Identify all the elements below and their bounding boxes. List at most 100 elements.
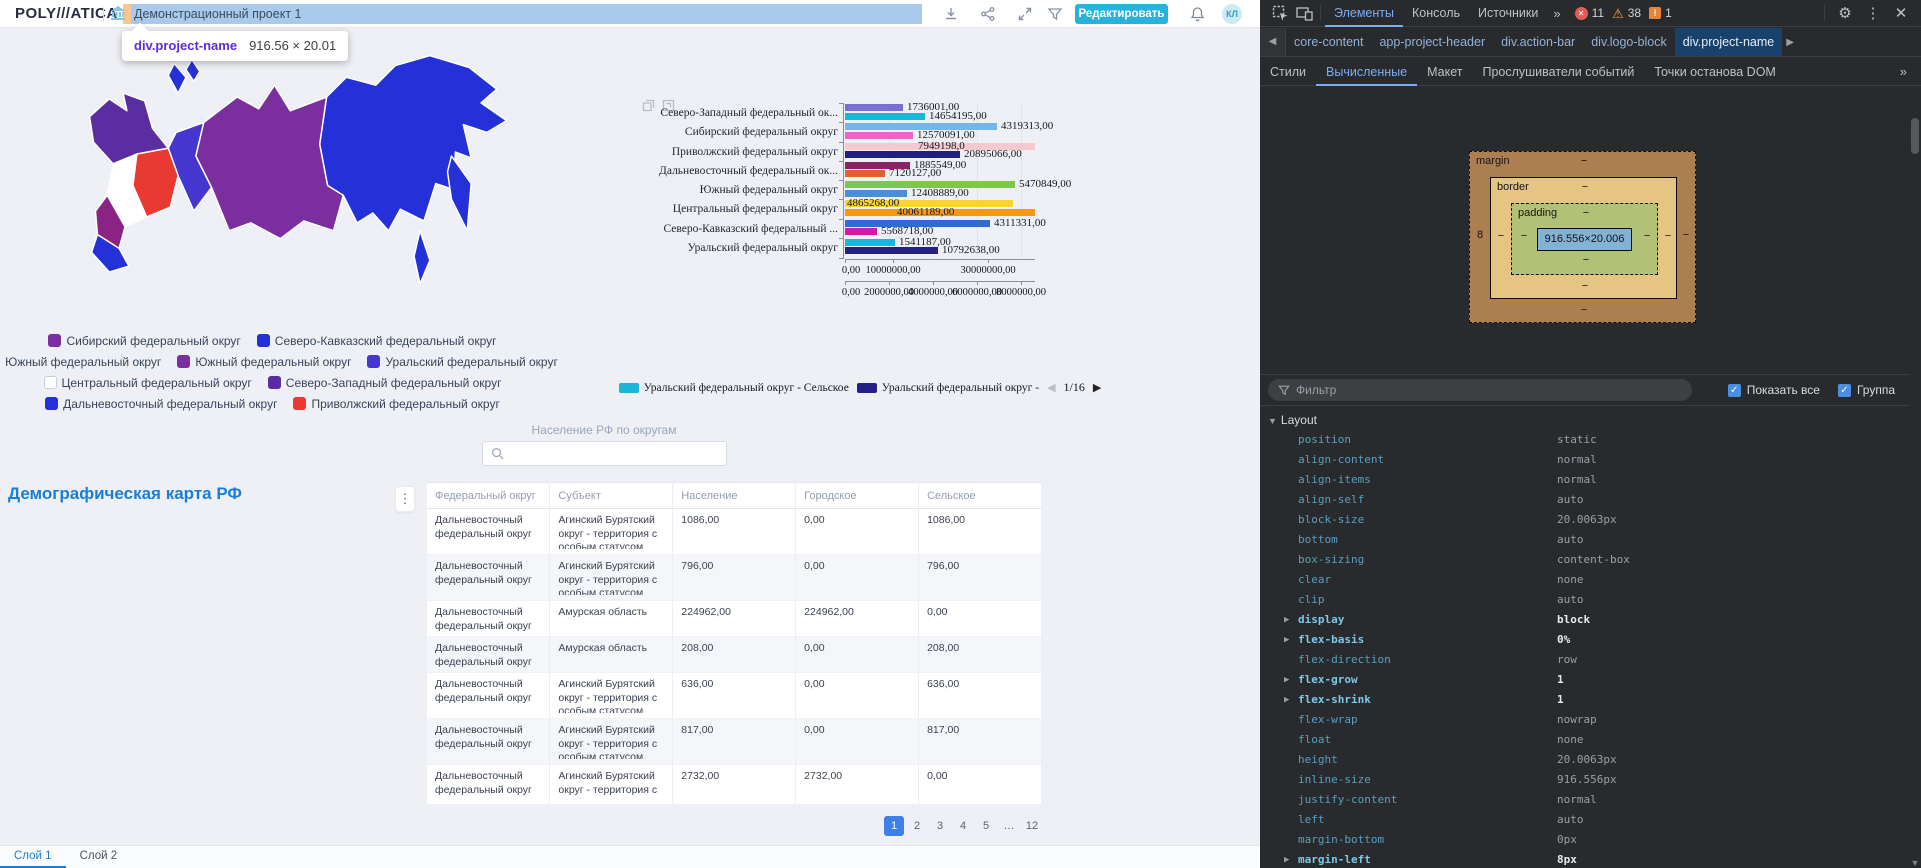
legend-item[interactable]: Южный федеральный округ <box>0 355 161 369</box>
scrollbar-down-arrow[interactable]: ▼ <box>1909 858 1921 868</box>
css-property-row[interactable]: ▶flex-grow1 <box>1260 670 1909 690</box>
padding-top-value[interactable]: − <box>1583 207 1589 219</box>
legend-item[interactable]: Сибирский федеральный округ <box>48 334 240 348</box>
css-property-row[interactable]: ▶displayblock <box>1260 610 1909 630</box>
css-property-row[interactable]: ▶flex-basis0% <box>1260 630 1909 650</box>
more-panel-tabs-icon[interactable]: » <box>1900 64 1921 79</box>
border-right-value[interactable]: − <box>1665 230 1671 242</box>
panel-tab-Точки останова DOM[interactable]: Точки останова DOM <box>1644 58 1785 86</box>
map-region-kamchatka[interactable] <box>448 156 472 231</box>
box-model-content[interactable]: 916.556×20.006 <box>1537 228 1632 251</box>
expand-arrow-icon[interactable]: ▶ <box>1284 630 1289 650</box>
devtools-tab-Источники[interactable]: Источники <box>1469 0 1547 27</box>
breadcrumb-item[interactable]: div.logo-block <box>1583 28 1675 57</box>
margin-top-value[interactable]: − <box>1581 155 1587 167</box>
expand-arrow-icon[interactable]: ▶ <box>1284 610 1289 630</box>
checkbox-Группа[interactable]: ✓Группа <box>1838 383 1895 397</box>
user-avatar[interactable]: КЛ <box>1222 4 1242 24</box>
layer-tab[interactable]: Слой 2 <box>66 846 132 868</box>
chart-bar[interactable] <box>845 151 960 158</box>
issues-badge[interactable]: ! 1 <box>1649 6 1672 20</box>
fullscreen-icon[interactable] <box>1017 6 1033 22</box>
pagination-page[interactable]: 2 <box>907 816 927 836</box>
legend-item[interactable]: Северо-Западный федеральный округ <box>268 376 502 390</box>
map-region-islands[interactable] <box>186 60 200 82</box>
breadcrumb-next-icon[interactable]: ▶ <box>1786 37 1794 48</box>
chart-bar[interactable] <box>845 104 903 111</box>
breadcrumb-item[interactable]: div.project-name <box>1675 28 1782 57</box>
chart-legend-item[interactable]: Уральский федеральный округ - <box>857 382 1039 394</box>
computed-filter-input[interactable] <box>1296 383 1682 397</box>
css-property-row[interactable]: ▶flex-shrink1 <box>1260 690 1909 710</box>
pagination-page[interactable]: 1 <box>884 816 904 836</box>
inspect-element-icon[interactable] <box>1268 1 1292 25</box>
devtools-tab-Консоль[interactable]: Консоль <box>1403 0 1469 27</box>
border-bottom-value[interactable]: − <box>1582 280 1588 292</box>
table-header-cell[interactable]: Субъект <box>550 483 673 509</box>
breadcrumb-item[interactable]: core-content <box>1286 28 1371 57</box>
chart-bar[interactable] <box>845 170 885 177</box>
chart-bar[interactable] <box>845 228 877 235</box>
table-header-cell[interactable]: Сельское <box>919 483 1042 509</box>
search-input[interactable] <box>510 447 718 461</box>
padding-left-value[interactable]: − <box>1521 230 1527 242</box>
border-left-value[interactable]: − <box>1498 230 1504 242</box>
legend-item[interactable]: Уральский федеральный округ <box>367 355 557 369</box>
pagination-page[interactable]: 5 <box>976 816 996 836</box>
map-region-islands[interactable] <box>168 64 186 94</box>
share-icon[interactable] <box>980 6 996 22</box>
css-property-row[interactable]: ▶margin-left8px <box>1260 850 1909 868</box>
console-errors-badge[interactable]: ✕ 11 <box>1575 6 1604 20</box>
breadcrumb-item[interactable]: app-project-header <box>1371 28 1493 57</box>
map-region-sakhalin[interactable] <box>414 231 430 284</box>
breadcrumb-prev-icon[interactable]: ◀ <box>1260 28 1286 56</box>
notifications-bell-icon[interactable] <box>1190 6 1206 22</box>
expand-arrow-icon[interactable]: ▶ <box>1284 670 1289 690</box>
devtools-menu-icon[interactable]: ⋮ <box>1861 4 1885 22</box>
legend-item[interactable]: Северо-Кавказский федеральный округ <box>257 334 497 348</box>
table-header-cell[interactable]: Городское <box>796 483 919 509</box>
map-region-fareast[interactable] <box>320 56 507 231</box>
legend-next-icon[interactable]: ▶ <box>1093 381 1101 394</box>
layer-tab[interactable]: Слой 1 <box>0 846 66 868</box>
pagination-page[interactable]: 3 <box>930 816 950 836</box>
margin-right-value[interactable]: − <box>1683 229 1689 241</box>
chart-legend-item[interactable]: Уральский федеральный округ - Сельское <box>619 382 849 394</box>
breadcrumb-item[interactable]: div.action-bar <box>1493 28 1583 57</box>
legend-item[interactable]: Приволжский федеральный округ <box>293 397 499 411</box>
computed-section-layout[interactable]: ▼Layout <box>1260 410 1909 430</box>
close-icon[interactable]: ✕ <box>1889 4 1913 22</box>
edit-button[interactable]: Редактировать <box>1075 4 1168 24</box>
legend-prev-icon[interactable]: ◀ <box>1047 381 1055 394</box>
checkbox-Показать все[interactable]: ✓Показать все <box>1728 383 1820 397</box>
margin-left-value[interactable]: 8 <box>1477 229 1483 241</box>
legend-item[interactable]: Центральный федеральный округ <box>44 376 252 390</box>
margin-bottom-value[interactable]: − <box>1581 304 1587 316</box>
table-header-cell[interactable]: Население <box>673 483 796 509</box>
chart-bar[interactable] <box>845 239 895 246</box>
settings-gear-icon[interactable]: ⚙ <box>1833 4 1857 22</box>
download-icon[interactable] <box>943 6 959 22</box>
box-model-padding[interactable]: padding − − − − 916.556×20.006 <box>1511 203 1658 275</box>
chart-bar[interactable] <box>845 247 938 254</box>
expand-arrow-icon[interactable]: ▶ <box>1284 850 1289 868</box>
box-model-margin[interactable]: margin − 8 − − border − − − − padding − … <box>1469 151 1696 323</box>
project-name[interactable]: Демонстрационный проект 1 <box>131 4 922 24</box>
table-menu-button[interactable]: ⋮ <box>395 486 415 512</box>
filter-icon[interactable] <box>1047 6 1063 22</box>
chart-bar[interactable] <box>845 132 913 139</box>
panel-tab-Вычисленные[interactable]: Вычисленные <box>1316 58 1417 86</box>
padding-right-value[interactable]: − <box>1644 230 1650 242</box>
box-model-border[interactable]: border − − − − padding − − − − 916.556×2… <box>1490 177 1677 299</box>
panel-tab-Прослушиватели событий[interactable]: Прослушиватели событий <box>1472 58 1644 86</box>
device-toolbar-icon[interactable] <box>1292 1 1316 25</box>
chart-bar[interactable] <box>845 190 907 197</box>
console-warnings-badge[interactable]: ⚠ 38 <box>1612 6 1641 20</box>
table-header-cell[interactable]: Федеральный округ <box>427 483 550 509</box>
pagination-page[interactable]: 12 <box>1022 816 1042 836</box>
scrollbar-thumb[interactable] <box>1911 118 1919 154</box>
expand-arrow-icon[interactable]: ▶ <box>1284 690 1289 710</box>
panel-tab-Стили[interactable]: Стили <box>1260 58 1316 86</box>
map-region-siberia[interactable] <box>196 85 343 238</box>
devtools-tab-Элементы[interactable]: Элементы <box>1325 0 1403 27</box>
